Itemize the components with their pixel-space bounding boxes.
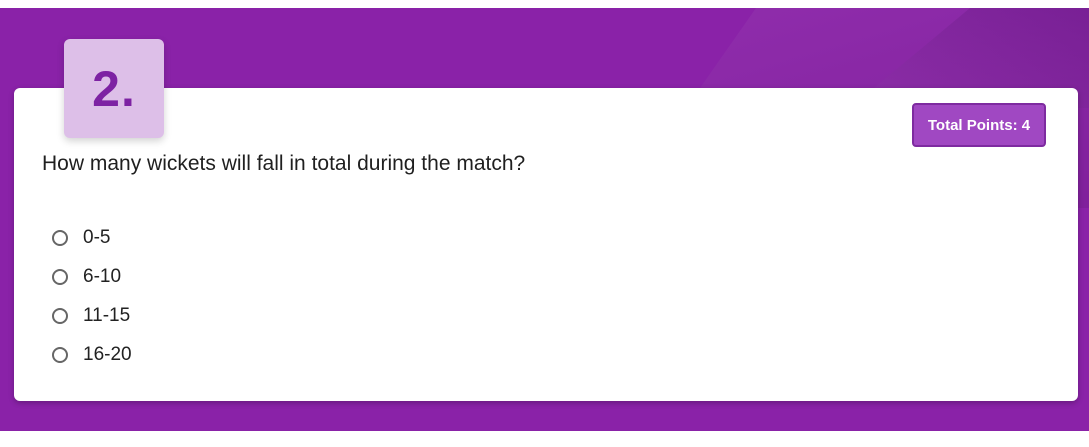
- option-label: 6-10: [83, 265, 122, 287]
- question-text: How many wickets will fall in total duri…: [42, 152, 526, 175]
- question-number-tile: 2.: [64, 39, 164, 138]
- radio-circle-icon[interactable]: [52, 229, 68, 246]
- radio-circle-icon[interactable]: [52, 307, 68, 324]
- answer-options: 0-5 6-10 11-15 16-20: [52, 218, 132, 374]
- question-number: 2.: [92, 60, 136, 117]
- total-points-badge: Total Points: 4: [912, 103, 1046, 147]
- radio-circle-icon[interactable]: [52, 268, 68, 285]
- option-label: 11-15: [83, 304, 131, 326]
- answer-option-6-10[interactable]: 6-10: [52, 257, 132, 296]
- option-label: 16-20: [83, 343, 132, 365]
- option-label: 0-5: [83, 226, 111, 248]
- answer-option-0-5[interactable]: 0-5: [52, 218, 132, 257]
- radio-circle-icon[interactable]: [52, 346, 68, 363]
- question-card: Total Points: 4 How many wickets will fa…: [14, 88, 1078, 401]
- answer-option-16-20[interactable]: 16-20: [52, 335, 132, 374]
- answer-option-11-15[interactable]: 11-15: [52, 296, 132, 335]
